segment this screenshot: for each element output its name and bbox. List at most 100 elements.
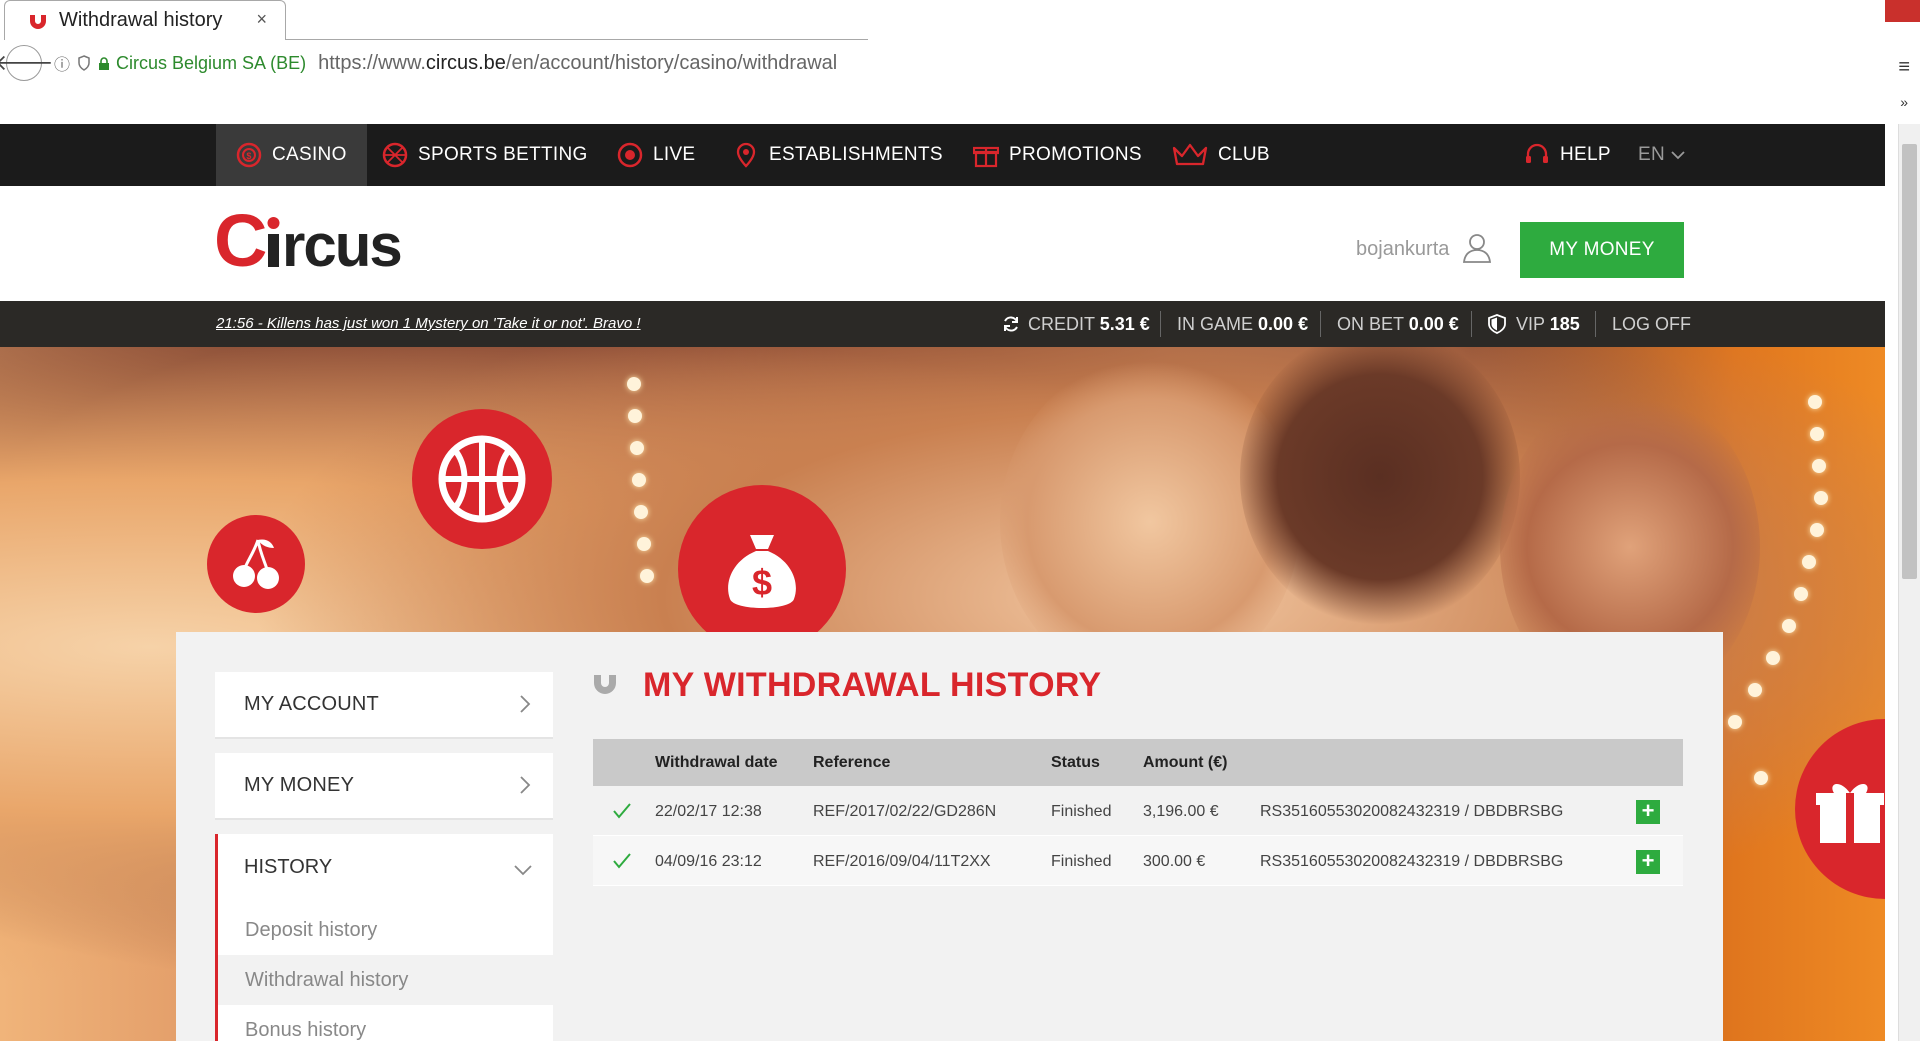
- on-bet-label: ON BET: [1337, 314, 1404, 334]
- circus-emblem-icon: [594, 675, 616, 694]
- vip-shield-icon: [1488, 314, 1506, 334]
- light-dot: [1802, 555, 1816, 569]
- vip-display[interactable]: VIP 185: [1516, 314, 1580, 335]
- basketball-badge: [412, 409, 552, 549]
- chevron-down-icon: [1671, 150, 1685, 159]
- table-row[interactable]: 04/09/16 23:12 REF/2016/09/04/11T2XX Fin…: [593, 836, 1683, 886]
- nav-live[interactable]: LIVE: [617, 124, 695, 186]
- row-amount: 3,196.00 €: [1143, 803, 1219, 820]
- sidebar-my-money-label: MY MONEY: [244, 774, 355, 796]
- user-icon[interactable]: [1462, 232, 1492, 264]
- nav-establishments[interactable]: ESTABLISHMENTS: [733, 124, 943, 186]
- on-bet-value: 0.00 €: [1408, 314, 1459, 334]
- back-arrow-icon: 🡐: [0, 50, 54, 75]
- site-identity[interactable]: Circus Belgium SA (BE): [116, 53, 306, 74]
- light-dot: [632, 473, 646, 487]
- refresh-icon[interactable]: [1002, 315, 1020, 333]
- cherry-icon: [233, 539, 279, 589]
- light-dot: [1748, 683, 1762, 697]
- row-reference: REF/2016/09/04/11T2XX: [813, 853, 991, 870]
- vip-label: VIP: [1516, 314, 1545, 334]
- nav-club[interactable]: CLUB: [1172, 124, 1270, 186]
- circus-logo[interactable]: C rcus: [214, 208, 444, 278]
- username[interactable]: bojankurta: [1356, 238, 1449, 261]
- in-game-value: 0.00 €: [1258, 314, 1309, 334]
- sidebar-deposit-history[interactable]: Deposit history: [218, 905, 553, 955]
- info-icon[interactable]: ⓘ: [54, 51, 70, 75]
- light-dot: [627, 377, 641, 391]
- tab-close-icon[interactable]: ×: [256, 9, 267, 30]
- nav-sports-betting[interactable]: SPORTS BETTING: [382, 124, 588, 186]
- table-row[interactable]: 22/02/17 12:38 REF/2017/02/22/GD286N Fin…: [593, 786, 1683, 836]
- light-dot: [1794, 587, 1808, 601]
- basketball-icon: [438, 435, 526, 523]
- sidebar-my-account-label: MY ACCOUNT: [244, 693, 379, 715]
- live-icon: [617, 142, 643, 168]
- back-button[interactable]: 🡐: [0, 45, 54, 81]
- on-bet-display: ON BET 0.00 €: [1337, 314, 1459, 335]
- column-header-amount: Amount (€): [1143, 754, 1228, 771]
- status-divider: [1320, 311, 1321, 337]
- column-header-reference: Reference: [813, 754, 891, 771]
- address-bar: 🡐 ⓘ Circus Belgium SA (BE) https://www.c…: [0, 42, 868, 84]
- credit-value: 5.31 €: [1099, 314, 1150, 334]
- url-path: /en/account/history/casino/withdrawal: [505, 51, 838, 74]
- nav-help[interactable]: HELP: [1524, 124, 1611, 186]
- url-field[interactable]: https://www.circus.be/en/account/history…: [318, 52, 837, 75]
- light-dot: [628, 409, 642, 423]
- sidebar-item-my-money[interactable]: MY MONEY: [215, 753, 553, 820]
- light-dot: [1782, 619, 1796, 633]
- status-divider: [1595, 311, 1596, 337]
- log-off-link[interactable]: LOG OFF: [1612, 314, 1691, 335]
- chevron-right-icon: [520, 695, 531, 713]
- light-dot: [637, 537, 651, 551]
- light-dot: [1810, 427, 1824, 441]
- account-status-bar: 21:56 - Killens has just won 1 Mystery o…: [0, 301, 1885, 347]
- scrollbar-thumb[interactable]: [1902, 144, 1917, 579]
- nav-live-label: LIVE: [653, 144, 696, 165]
- tab-title: Withdrawal history: [59, 9, 223, 31]
- nav-casino[interactable]: $ CASINO: [216, 124, 367, 186]
- check-icon: [613, 853, 631, 869]
- window-close-button[interactable]: [1885, 0, 1920, 22]
- browser-tab[interactable]: Withdrawal history ×: [4, 0, 286, 40]
- light-dot: [634, 505, 648, 519]
- expand-row-button[interactable]: +: [1636, 800, 1660, 824]
- column-header-date: Withdrawal date: [655, 754, 778, 771]
- nav-casino-label: CASINO: [272, 144, 347, 165]
- sidebar-item-my-account[interactable]: MY ACCOUNT: [215, 672, 553, 739]
- gift-icon: [973, 146, 999, 168]
- expand-row-button[interactable]: +: [1636, 850, 1660, 874]
- language-selector[interactable]: EN: [1638, 124, 1685, 186]
- nav-help-label: HELP: [1560, 144, 1611, 165]
- sidebar-bonus-history[interactable]: Bonus history: [218, 1005, 553, 1041]
- row-account: RS35160553020082432319 / DBDBRSBG: [1260, 853, 1564, 870]
- casino-chip-icon: $: [236, 142, 262, 168]
- page-scrollbar[interactable]: [1898, 124, 1920, 1041]
- sidebar-withdrawal-history[interactable]: Withdrawal history: [218, 955, 553, 1005]
- language-label: EN: [1638, 144, 1665, 165]
- light-dot: [630, 441, 644, 455]
- win-ticker[interactable]: 21:56 - Killens has just won 1 Mystery o…: [216, 315, 641, 332]
- page-title: MY WITHDRAWAL HISTORY: [643, 666, 1102, 704]
- status-divider: [1471, 311, 1472, 337]
- chevron-down-icon[interactable]: [513, 864, 533, 876]
- light-dot: [1728, 715, 1742, 729]
- tab-underline: [286, 39, 868, 40]
- light-dot: [640, 569, 654, 583]
- cherry-badge: [207, 515, 305, 613]
- hamburger-menu-icon[interactable]: ≡: [1898, 56, 1910, 79]
- main-navigation: $ CASINO SPORTS BETTING LIVE ESTABLISHME…: [0, 124, 1885, 186]
- sidebar-history-label[interactable]: HISTORY: [244, 856, 332, 879]
- light-dot: [1812, 459, 1826, 473]
- svg-text:rcus: rcus: [282, 212, 401, 278]
- nav-sports-label: SPORTS BETTING: [418, 144, 588, 165]
- crown-icon: [1172, 143, 1208, 166]
- light-dot: [1810, 523, 1824, 537]
- tracking-shield-icon[interactable]: [78, 55, 90, 71]
- chevron-right-icon: [520, 776, 531, 794]
- credit-label: CREDIT: [1028, 314, 1095, 334]
- overflow-icon[interactable]: »: [1900, 94, 1908, 110]
- my-money-button[interactable]: MY MONEY: [1520, 222, 1684, 278]
- nav-promotions[interactable]: PROMOTIONS: [973, 124, 1142, 186]
